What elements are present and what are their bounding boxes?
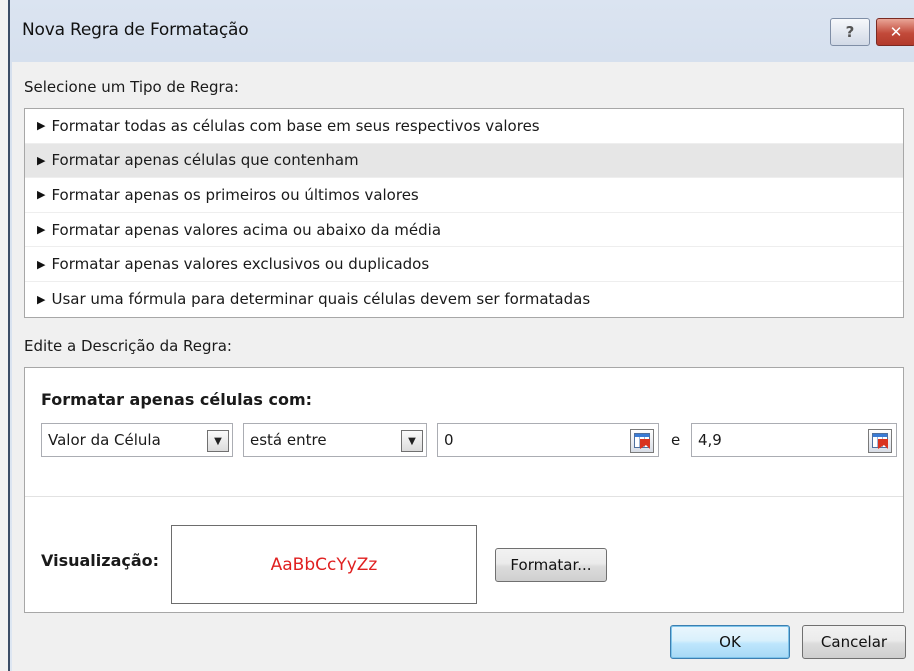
preview-box: AaBbCcYyZz	[171, 525, 477, 604]
rule-type-item[interactable]: ▶ Formatar apenas valores acima ou abaix…	[25, 213, 903, 248]
rule-type-item-label: Formatar todas as células com base em se…	[51, 116, 540, 135]
value1-input[interactable]: 0	[437, 423, 659, 457]
triangle-right-icon: ▶	[37, 257, 46, 271]
cancel-button-label: Cancelar	[820, 633, 888, 651]
ok-button[interactable]: OK	[670, 625, 790, 659]
help-button[interactable]: ?	[830, 18, 870, 46]
triangle-right-icon: ▶	[37, 119, 46, 133]
rule-description-panel: Formatar apenas células com: Valor da Cé…	[24, 367, 904, 613]
rule-type-item-label: Usar uma fórmula para determinar quais c…	[51, 290, 591, 309]
background-edge	[0, 0, 8, 671]
rule-type-item-label: Formatar apenas valores exclusivos ou du…	[51, 255, 430, 274]
rule-type-item-selected[interactable]: ▶ Formatar apenas células que contenham	[25, 143, 903, 179]
range-select-icon[interactable]	[868, 429, 892, 453]
rule-type-list[interactable]: ▶ Formatar todas as células com base em …	[24, 108, 904, 318]
between-conjunction: e	[671, 431, 681, 449]
close-button[interactable]: ✕	[876, 18, 914, 46]
rule-type-label: Selecione um Tipo de Regra:	[24, 78, 239, 96]
chevron-down-icon[interactable]: ▼	[207, 430, 229, 452]
preview-label: Visualização:	[41, 551, 160, 570]
triangle-right-icon: ▶	[37, 223, 46, 237]
triangle-right-icon: ▶	[37, 188, 46, 202]
dialog-body: Selecione um Tipo de Regra: ▶ Formatar t…	[12, 62, 914, 671]
operator-select[interactable]: está entre ▼	[243, 423, 427, 457]
range-select-icon[interactable]	[630, 429, 654, 453]
format-button[interactable]: Formatar...	[495, 548, 607, 582]
format-button-label: Formatar...	[510, 556, 592, 574]
rule-type-item-label: Formatar apenas os primeiros ou últimos …	[51, 185, 419, 204]
value1-text: 0	[444, 431, 454, 449]
cancel-button[interactable]: Cancelar	[802, 625, 906, 659]
value2-text: 4,9	[698, 431, 722, 449]
chevron-down-icon[interactable]: ▼	[401, 430, 423, 452]
rule-type-label-text: Selecione um Tipo de Regra:	[24, 78, 239, 96]
help-icon: ?	[845, 23, 855, 41]
close-icon: ✕	[889, 23, 903, 41]
rule-type-item-label: Formatar apenas células que contenham	[51, 151, 359, 170]
operator-value: está entre	[250, 431, 327, 449]
rule-type-item[interactable]: ▶ Formatar apenas valores exclusivos ou …	[25, 247, 903, 282]
rule-type-item[interactable]: ▶ Formatar apenas os primeiros ou último…	[25, 178, 903, 213]
rule-type-item[interactable]: ▶ Formatar todas as células com base em …	[25, 109, 903, 144]
divider	[25, 496, 903, 497]
value2-input[interactable]: 4,9	[691, 423, 897, 457]
rule-description-label-text: Edite a Descrição da Regra:	[24, 337, 232, 355]
rule-type-item-label: Formatar apenas valores acima ou abaixo …	[51, 220, 442, 239]
window-title: Nova Regra de Formatação	[22, 20, 249, 40]
rule-description-label: Edite a Descrição da Regra:	[24, 337, 232, 355]
title-bar[interactable]: Nova Regra de Formatação ? ✕	[10, 0, 914, 62]
triangle-right-icon: ▶	[37, 153, 46, 167]
triangle-right-icon: ▶	[37, 292, 46, 306]
preview-sample-text: AaBbCcYyZz	[270, 554, 378, 575]
new-formatting-rule-dialog: Nova Regra de Formatação ? ✕ Selecione u…	[8, 0, 914, 671]
format-only-cells-heading: Formatar apenas células com:	[41, 390, 313, 409]
ok-button-label: OK	[719, 633, 741, 651]
condition-type-select[interactable]: Valor da Célula ▼	[41, 423, 233, 457]
rule-type-item[interactable]: ▶ Usar uma fórmula para determinar quais…	[25, 282, 903, 317]
condition-type-value: Valor da Célula	[48, 431, 161, 449]
